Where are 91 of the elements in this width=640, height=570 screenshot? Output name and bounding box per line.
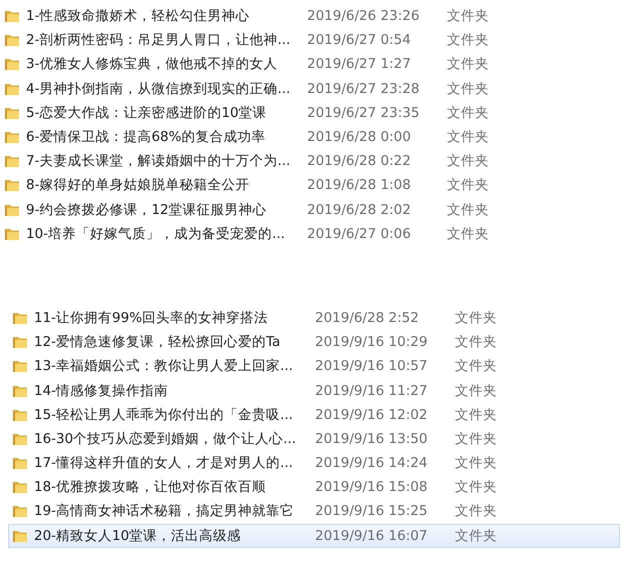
- item-type: 文件夹: [455, 478, 497, 496]
- folder-row[interactable]: 4-男神扑倒指南，从微信撩到现实的正确... 2019/6/27 23:28 文件夹: [0, 76, 612, 101]
- modified-date: 2019/6/28 2:52: [315, 310, 420, 326]
- folder-icon: [12, 358, 28, 374]
- item-type: 文件夹: [447, 31, 489, 50]
- folder-row[interactable]: 20-精致女人10堂课，活出高级感 2019/9/16 16:07 文件夹: [8, 524, 620, 548]
- folder-name: 18-优雅撩拨攻略，让他对你百依百顺: [34, 478, 268, 496]
- folder-row[interactable]: 11-让你拥有99%回头率的女神穿搭法 2019/6/28 2:52 文件夹: [8, 306, 620, 330]
- item-type: 文件夹: [447, 128, 489, 146]
- folder-row[interactable]: 19-高情商女神话术秘籍，搞定男神就靠它 2019/9/16 15:25 文件夹: [8, 499, 620, 524]
- folder-name: 2-剖析两性密码：吊足男人胃口，让他神...: [26, 31, 292, 50]
- folder-row[interactable]: 16-30个技巧从恋爱到婚姻，做个让人心... 2019/9/16 13:50 文件夹: [8, 426, 620, 451]
- folder-row[interactable]: 18-优雅撩拨攻略，让他对你百依百顺 2019/9/16 15:08 文件夹: [8, 475, 620, 500]
- folder-row[interactable]: 6-爱情保卫战：提高68%的复合成功率 2019/6/28 0:00 文件夹: [0, 124, 612, 150]
- folder-name: 10-培养「好嫁气质」，成为备受宠爱的...: [26, 224, 286, 243]
- folder-row[interactable]: 15-轻松让男人乖乖为你付出的「金贵吸... 2019/9/16 12:02 文件夹: [8, 402, 620, 427]
- modified-date: 2019/6/27 1:27: [307, 56, 412, 72]
- modified-date: 2019/6/26 23:26: [307, 8, 420, 24]
- folder-icon: [4, 153, 20, 170]
- folder-name: 17-懂得这样升值的女人，才是对男人的...: [34, 454, 294, 472]
- modified-date: 2019/9/16 15:25: [315, 503, 428, 520]
- folder-icon: [4, 129, 20, 146]
- modified-date: 2019/6/28 0:22: [307, 153, 412, 170]
- folder-name: 12-爱情急速修复课，轻松撩回心爱的Ta: [34, 333, 282, 352]
- folder-name: 1-性感致命撒娇术，轻松勾住男神心: [26, 7, 250, 26]
- modified-date: 2019/9/16 10:29: [315, 334, 428, 350]
- modified-date: 2019/6/28 0:00: [307, 129, 412, 146]
- folder-name: 3-优雅女人修炼宝典，做他戒不掉的女人: [26, 55, 278, 74]
- modified-date: 2019/6/27 23:28: [307, 80, 420, 97]
- folder-icon: [4, 32, 20, 48]
- folder-name: 4-男神扑倒指南，从微信撩到现实的正确...: [26, 80, 292, 98]
- folder-name: 16-30个技巧从恋爱到婚姻，做个让人心...: [34, 430, 298, 448]
- item-type: 文件夹: [447, 152, 489, 170]
- folder-icon: [4, 8, 20, 24]
- folder-name: 5-恋爱大作战：让亲密感进阶的10堂课: [26, 104, 268, 122]
- folder-name: 20-精致女人10堂课，活出高级感: [34, 526, 242, 545]
- folder-name: 8-嫁得好的单身姑娘脱单秘籍全公开: [26, 176, 250, 194]
- folder-row[interactable]: 12-爱情急速修复课，轻松撩回心爱的Ta 2019/9/16 10:29 文件夹: [8, 330, 620, 354]
- item-type: 文件夹: [455, 430, 497, 448]
- folder-name: 11-让你拥有99%回头率的女神穿搭法: [34, 308, 270, 327]
- item-type: 文件夹: [455, 357, 497, 376]
- item-type: 文件夹: [447, 7, 489, 26]
- item-type: 文件夹: [455, 502, 497, 520]
- item-type: 文件夹: [455, 454, 497, 472]
- modified-date: 2019/6/27 0:06: [307, 226, 412, 242]
- item-type: 文件夹: [447, 224, 489, 243]
- folder-row[interactable]: 7-夫妻成长课堂，解读婚姻中的十万个为... 2019/6/28 0:22 文件夹: [0, 149, 612, 174]
- folder-icon: [12, 334, 28, 350]
- folder-icon: [4, 56, 20, 72]
- folder-name: 7-夫妻成长课堂，解读婚姻中的十万个为...: [26, 152, 292, 170]
- folder-name: 6-爱情保卫战：提高68%的复合成功率: [26, 128, 266, 146]
- folder-row[interactable]: 3-优雅女人修炼宝典，做他戒不掉的女人 2019/6/27 1:27 文件夹: [0, 52, 612, 77]
- item-type: 文件夹: [455, 308, 497, 327]
- folder-row[interactable]: 5-恋爱大作战：让亲密感进阶的10堂课 2019/6/27 23:35 文件夹: [0, 100, 612, 125]
- folder-row[interactable]: 10-培养「好嫁气质」，成为备受宠爱的... 2019/6/27 0:06 文件夹: [0, 222, 612, 246]
- folder-name: 19-高情商女神话术秘籍，搞定男神就靠它: [34, 502, 296, 520]
- folder-row[interactable]: 9-约会撩拨必修课，12堂课征服男神心 2019/6/28 2:02 文件夹: [0, 198, 612, 222]
- item-type: 文件夹: [447, 176, 489, 194]
- folder-name: 13-幸福婚姻公式：教你让男人爱上回家...: [34, 357, 294, 376]
- item-type: 文件夹: [455, 333, 497, 352]
- folder-row[interactable]: 17-懂得这样升值的女人，才是对男人的... 2019/9/16 14:24 文件夹: [8, 451, 620, 476]
- modified-date: 2019/9/16 14:24: [315, 455, 428, 472]
- folder-row[interactable]: 1-性感致命撒娇术，轻松勾住男神心 2019/6/26 23:26 文件夹: [0, 4, 612, 28]
- modified-date: 2019/9/16 10:57: [315, 358, 428, 374]
- item-type: 文件夹: [447, 200, 489, 219]
- modified-date: 2019/9/16 11:27: [315, 382, 428, 399]
- folder-row[interactable]: 2-剖析两性密码：吊足男人胃口，让他神... 2019/6/27 0:54 文件夹: [0, 28, 612, 52]
- modified-date: 2019/6/27 0:54: [307, 32, 412, 48]
- folder-row[interactable]: 13-幸福婚姻公式：教你让男人爱上回家... 2019/9/16 10:57 文件夹: [8, 354, 620, 378]
- modified-date: 2019/9/16 13:50: [315, 430, 428, 447]
- item-type: 文件夹: [447, 104, 489, 122]
- folder-row[interactable]: 8-嫁得好的单身姑娘脱单秘籍全公开 2019/6/28 1:08 文件夹: [0, 173, 612, 198]
- modified-date: 2019/9/16 12:02: [315, 406, 428, 423]
- folder-name: 9-约会撩拨必修课，12堂课征服男神心: [26, 200, 268, 219]
- item-type: 文件夹: [447, 80, 489, 98]
- folder-icon: [4, 177, 20, 194]
- folder-name: 15-轻松让男人乖乖为你付出的「金贵吸...: [34, 406, 294, 424]
- modified-date: 2019/6/28 2:02: [307, 202, 412, 218]
- modified-date: 2019/9/16 16:07: [315, 528, 428, 544]
- folder-icon: [12, 455, 28, 472]
- modified-date: 2019/6/28 1:08: [307, 177, 412, 194]
- folder-name: 14-情感修复操作指南: [34, 382, 170, 400]
- folder-row[interactable]: 14-情感修复操作指南 2019/9/16 11:27 文件夹: [8, 378, 620, 403]
- item-type: 文件夹: [455, 406, 497, 424]
- item-type: 文件夹: [455, 526, 497, 545]
- item-type: 文件夹: [455, 382, 497, 400]
- modified-date: 2019/9/16 15:08: [315, 479, 428, 496]
- item-type: 文件夹: [447, 55, 489, 74]
- folder-icon: [12, 503, 28, 520]
- folder-icon: [12, 479, 28, 496]
- modified-date: 2019/6/27 23:35: [307, 104, 420, 121]
